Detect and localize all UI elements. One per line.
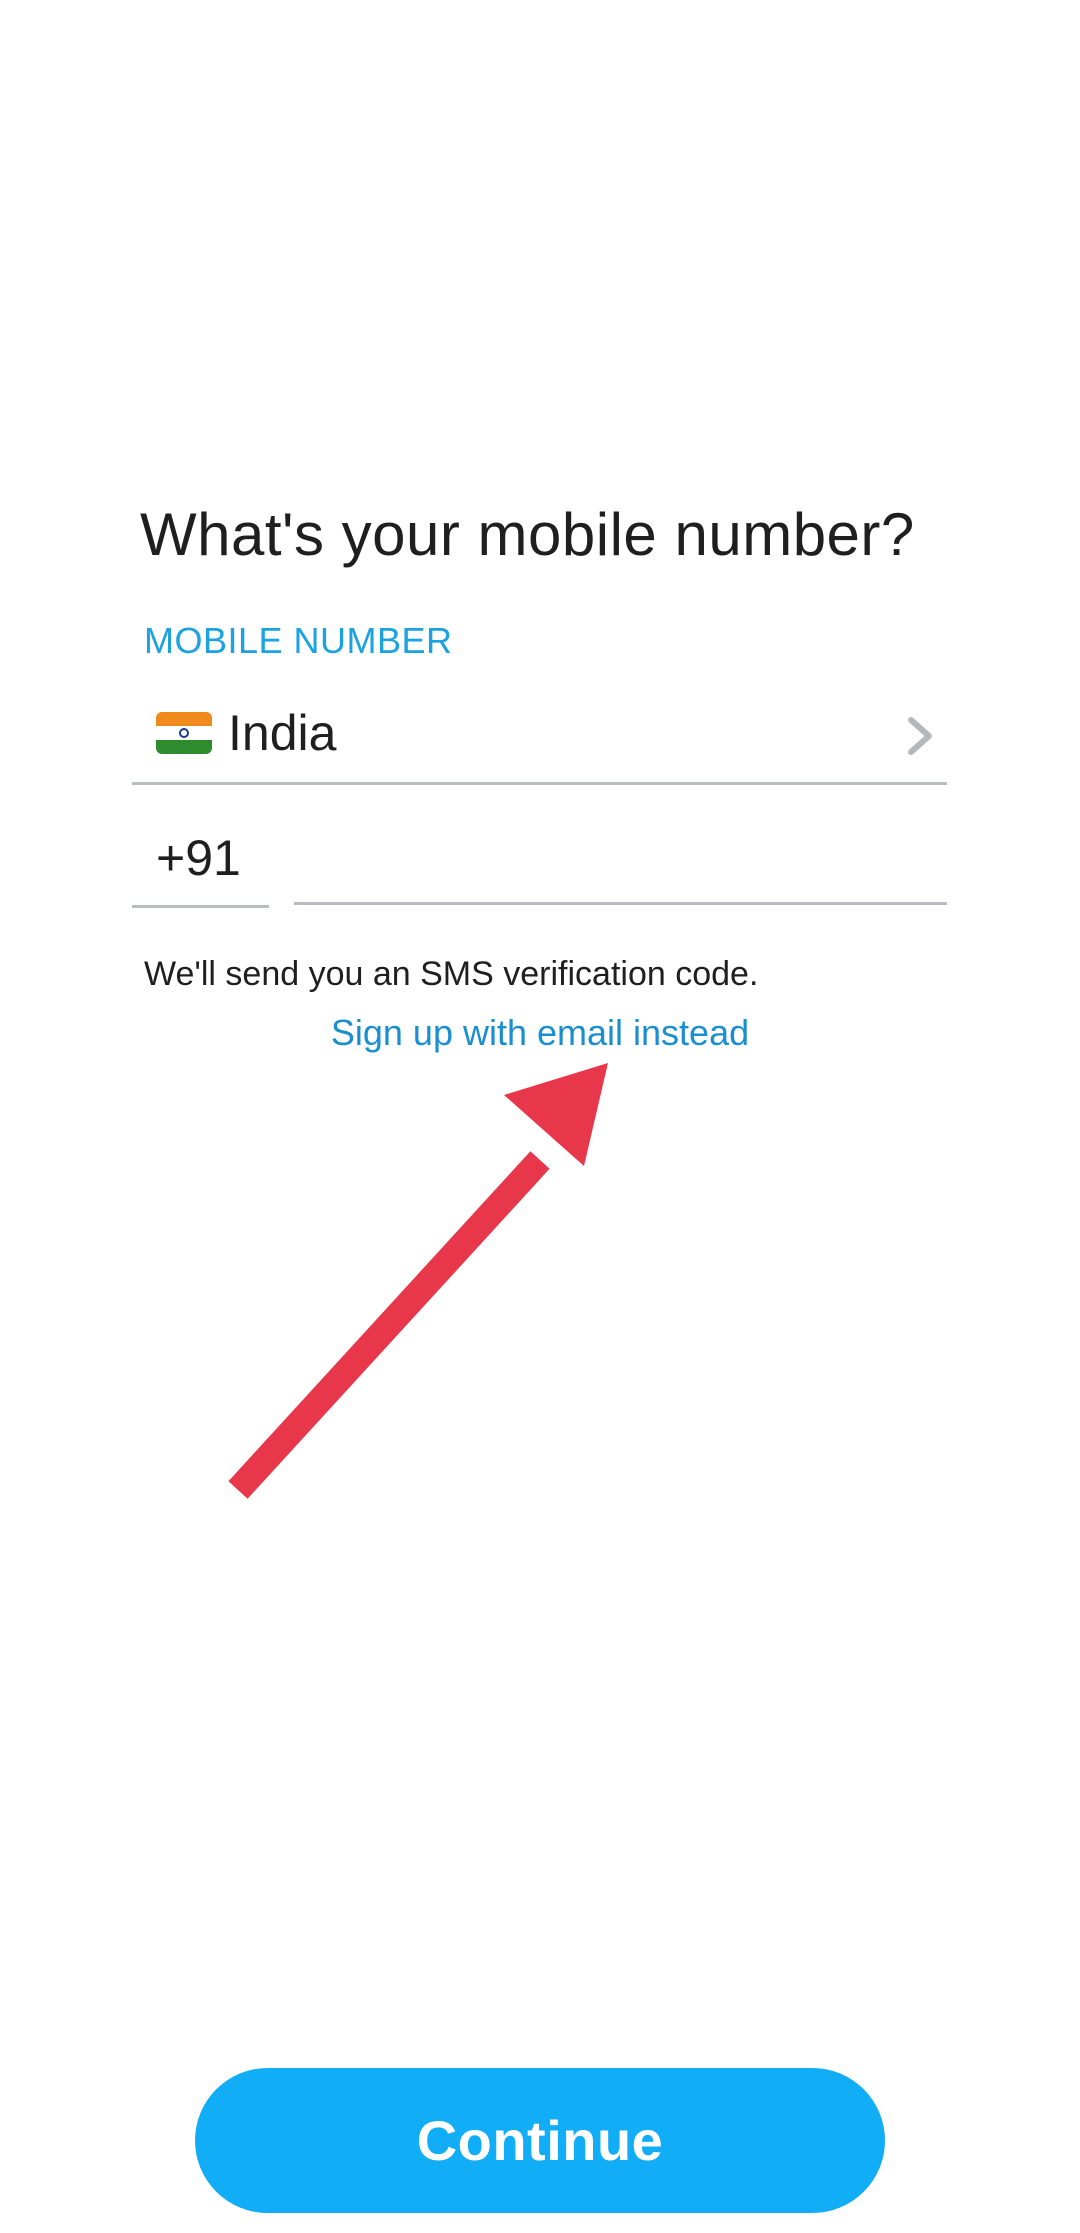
chevron-right-icon	[908, 717, 932, 755]
phone-signup-screen: What's your mobile number? MOBILE NUMBER…	[0, 0, 1080, 2233]
red-arrow-icon	[228, 1063, 608, 1499]
sms-hint-text: We'll send you an SMS verification code.	[144, 955, 759, 993]
phone-number-input[interactable]	[294, 815, 947, 905]
country-code-text: +91	[156, 830, 241, 886]
continue-button[interactable]: Continue	[195, 2068, 885, 2213]
mobile-number-label: MOBILE NUMBER	[144, 620, 453, 661]
country-name: India	[228, 705, 337, 761]
country-code-field[interactable]: +91	[132, 815, 269, 908]
india-flag-icon	[156, 712, 212, 754]
country-selector[interactable]: India	[132, 690, 947, 785]
page-title: What's your mobile number?	[140, 501, 915, 568]
